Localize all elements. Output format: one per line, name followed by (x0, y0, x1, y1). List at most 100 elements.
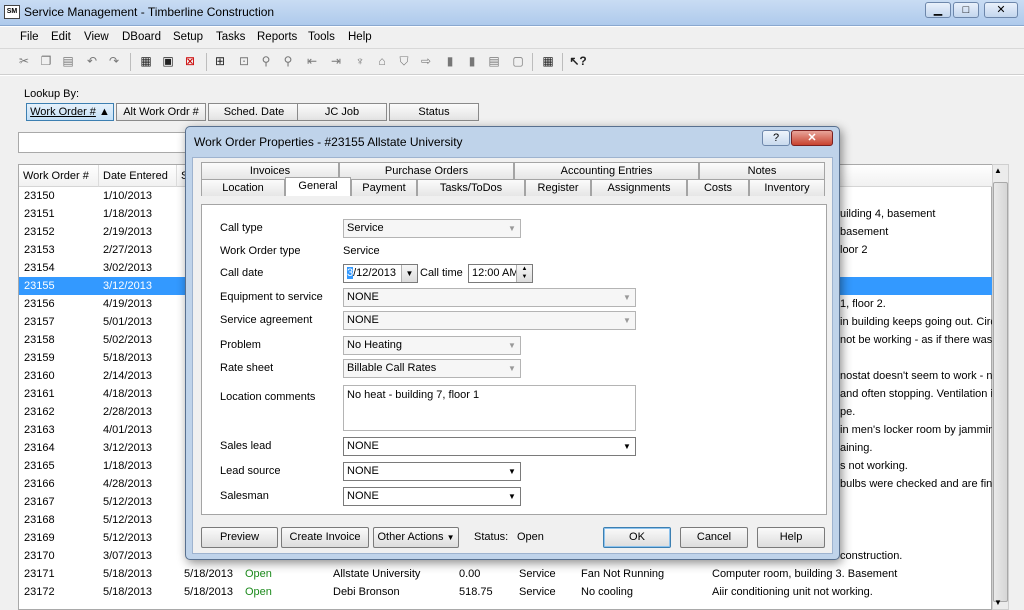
page-icon[interactable]: ▢ (510, 53, 526, 69)
tab-general[interactable]: General (285, 177, 351, 196)
lookup-search-input[interactable] (18, 132, 186, 153)
canister-icon[interactable]: ▮ (442, 53, 458, 69)
lead-source-select[interactable]: NONE ▼ (343, 462, 521, 481)
zoom-icon[interactable]: ⊡ (236, 53, 252, 69)
cell-wo: 23162 (24, 406, 55, 418)
cell-tail: 1, floor 2. (840, 298, 886, 310)
lookup-status-button[interactable]: Status (389, 103, 479, 121)
chevron-down-icon: ▼ (401, 265, 417, 282)
menu-file[interactable]: File (20, 31, 39, 43)
sales-lead-select[interactable]: NONE ▼ (343, 437, 636, 456)
dropdown-arrow-icon: ▼ (446, 533, 455, 542)
problem-select[interactable]: No Heating ▼ (343, 336, 521, 355)
cell-tail: not be working - as if there was n (840, 334, 993, 346)
status-label: Status: (474, 531, 509, 543)
lookup-jc-job-button[interactable]: JC Job (297, 103, 387, 121)
scroll-down-icon[interactable]: ▼ (994, 598, 1002, 607)
close-button[interactable]: ✕ (984, 2, 1018, 18)
location-comments-textarea[interactable]: No heat - building 7, floor 1 (343, 385, 636, 431)
table-row[interactable]: 23172 5/18/2013 5/18/2013 Open Debi Bronson 5… (19, 583, 993, 601)
cancel-button[interactable]: Cancel (680, 527, 748, 548)
menu-dboard[interactable]: DBoard (122, 31, 161, 43)
scroll-up-icon[interactable]: ▲ (994, 166, 1002, 175)
move-last-icon[interactable]: ⇥ (328, 53, 344, 69)
properties-icon[interactable]: ▣ (160, 53, 176, 69)
column-header-date-entered[interactable]: Date Entered (99, 165, 177, 187)
tab-purchase-orders[interactable]: Purchase Orders (339, 162, 514, 179)
cell-tail: pe. (840, 406, 856, 418)
column-header-work-order[interactable]: Work Order # (19, 165, 99, 187)
lookup-work-order-button[interactable]: Work Order # ▲ (26, 103, 114, 121)
cell-date: 4/19/2013 (103, 298, 152, 310)
create-invoice-button[interactable]: Create Invoice (281, 527, 369, 548)
call-time-stepper[interactable]: 12:00 AM ▲ ▼ (468, 264, 533, 283)
other-actions-button[interactable]: Other Actions ▼ (373, 527, 459, 548)
rate-sheet-select[interactable]: Billable Call Rates ▼ (343, 359, 521, 378)
chevron-down-icon: ▼ (623, 293, 631, 302)
tab-payment[interactable]: Payment (351, 179, 417, 196)
filter-icon[interactable]: ⊞ (212, 53, 228, 69)
cell-wo: 23169 (24, 532, 55, 544)
menu-tools[interactable]: Tools (308, 31, 335, 43)
tab-location[interactable]: Location (201, 179, 285, 196)
truck-icon[interactable]: ⇨ (418, 53, 434, 69)
table-row[interactable]: 23171 5/18/2013 5/18/2013 Open Allstate Univ… (19, 565, 993, 583)
call-type-select[interactable]: Service ▼ (343, 219, 521, 238)
salesman-select[interactable]: NONE ▼ (343, 487, 521, 506)
tab-costs[interactable]: Costs (687, 179, 749, 196)
lookup-sched-date-button[interactable]: Sched. Date (208, 103, 300, 121)
tag-icon[interactable]: ⛉ (396, 53, 412, 69)
scrollbar-thumb[interactable] (993, 182, 1008, 602)
find-next-icon[interactable]: ⚲ (280, 53, 296, 69)
cell-type: Service (519, 586, 556, 598)
window-title: Service Management - Timberline Construc… (24, 5, 275, 19)
copy-icon[interactable]: ❐ (38, 53, 54, 69)
new-record-icon[interactable]: ▦ (138, 53, 154, 69)
menu-reports[interactable]: Reports (257, 31, 297, 43)
move-first-icon[interactable]: ⇤ (304, 53, 320, 69)
undo-icon[interactable]: ↶ (84, 53, 100, 69)
call-date-picker[interactable]: 3/12/2013 ▼ (343, 264, 418, 283)
find-icon[interactable]: ⚲ (258, 53, 274, 69)
dialog-help-button[interactable]: ? (762, 130, 790, 146)
minimize-button[interactable]: ▁ (925, 2, 951, 18)
cut-icon[interactable]: ✂ (16, 53, 32, 69)
dialog-title: Work Order Properties - #23155 Allstate … (194, 135, 463, 149)
tab-tasks-todos[interactable]: Tasks/ToDos (417, 179, 525, 196)
tab-assignments[interactable]: Assignments (591, 179, 687, 196)
menu-help[interactable]: Help (348, 31, 372, 43)
work-order-type-label: Work Order type (220, 245, 301, 257)
cell-date: 5/01/2013 (103, 316, 152, 328)
preview-button[interactable]: Preview (201, 527, 278, 548)
redo-icon[interactable]: ↷ (106, 53, 122, 69)
cell-date: 2/28/2013 (103, 406, 152, 418)
tab-register[interactable]: Register (525, 179, 591, 196)
cell-date: 4/28/2013 (103, 478, 152, 490)
menu-view[interactable]: View (84, 31, 109, 43)
calculator-icon[interactable]: ▦ (540, 53, 556, 69)
call-time-label: Call time (420, 267, 463, 279)
tab-inventory[interactable]: Inventory (749, 179, 825, 196)
menu-tasks[interactable]: Tasks (216, 31, 245, 43)
paste-icon[interactable]: ▤ (60, 53, 76, 69)
service-agreement-select[interactable]: NONE ▼ (343, 311, 636, 330)
lock-icon[interactable]: ⌂ (374, 53, 390, 69)
tab-accounting-entries[interactable]: Accounting Entries (514, 162, 699, 179)
clipboard-icon[interactable]: ▤ (486, 53, 502, 69)
menu-edit[interactable]: Edit (51, 31, 71, 43)
pin-icon[interactable]: ♆ (352, 53, 368, 69)
cell-wo: 23155 (24, 280, 55, 292)
tab-notes[interactable]: Notes (699, 162, 825, 179)
dialog-close-button[interactable]: ✕ (791, 130, 833, 146)
help-button[interactable]: Help (757, 527, 825, 548)
menu-setup[interactable]: Setup (173, 31, 203, 43)
ok-button[interactable]: OK (603, 527, 671, 548)
cell-wo: 23165 (24, 460, 55, 472)
canister-2-icon[interactable]: ▮ (464, 53, 480, 69)
lookup-alt-work-order-button[interactable]: Alt Work Ordr # (116, 103, 206, 121)
delete-record-icon[interactable]: ⊠ (182, 53, 198, 69)
cell-date: 5/02/2013 (103, 334, 152, 346)
maximize-button[interactable]: □ (953, 2, 979, 18)
equipment-select[interactable]: NONE ▼ (343, 288, 636, 307)
context-help-icon[interactable]: ↖? (569, 53, 586, 69)
